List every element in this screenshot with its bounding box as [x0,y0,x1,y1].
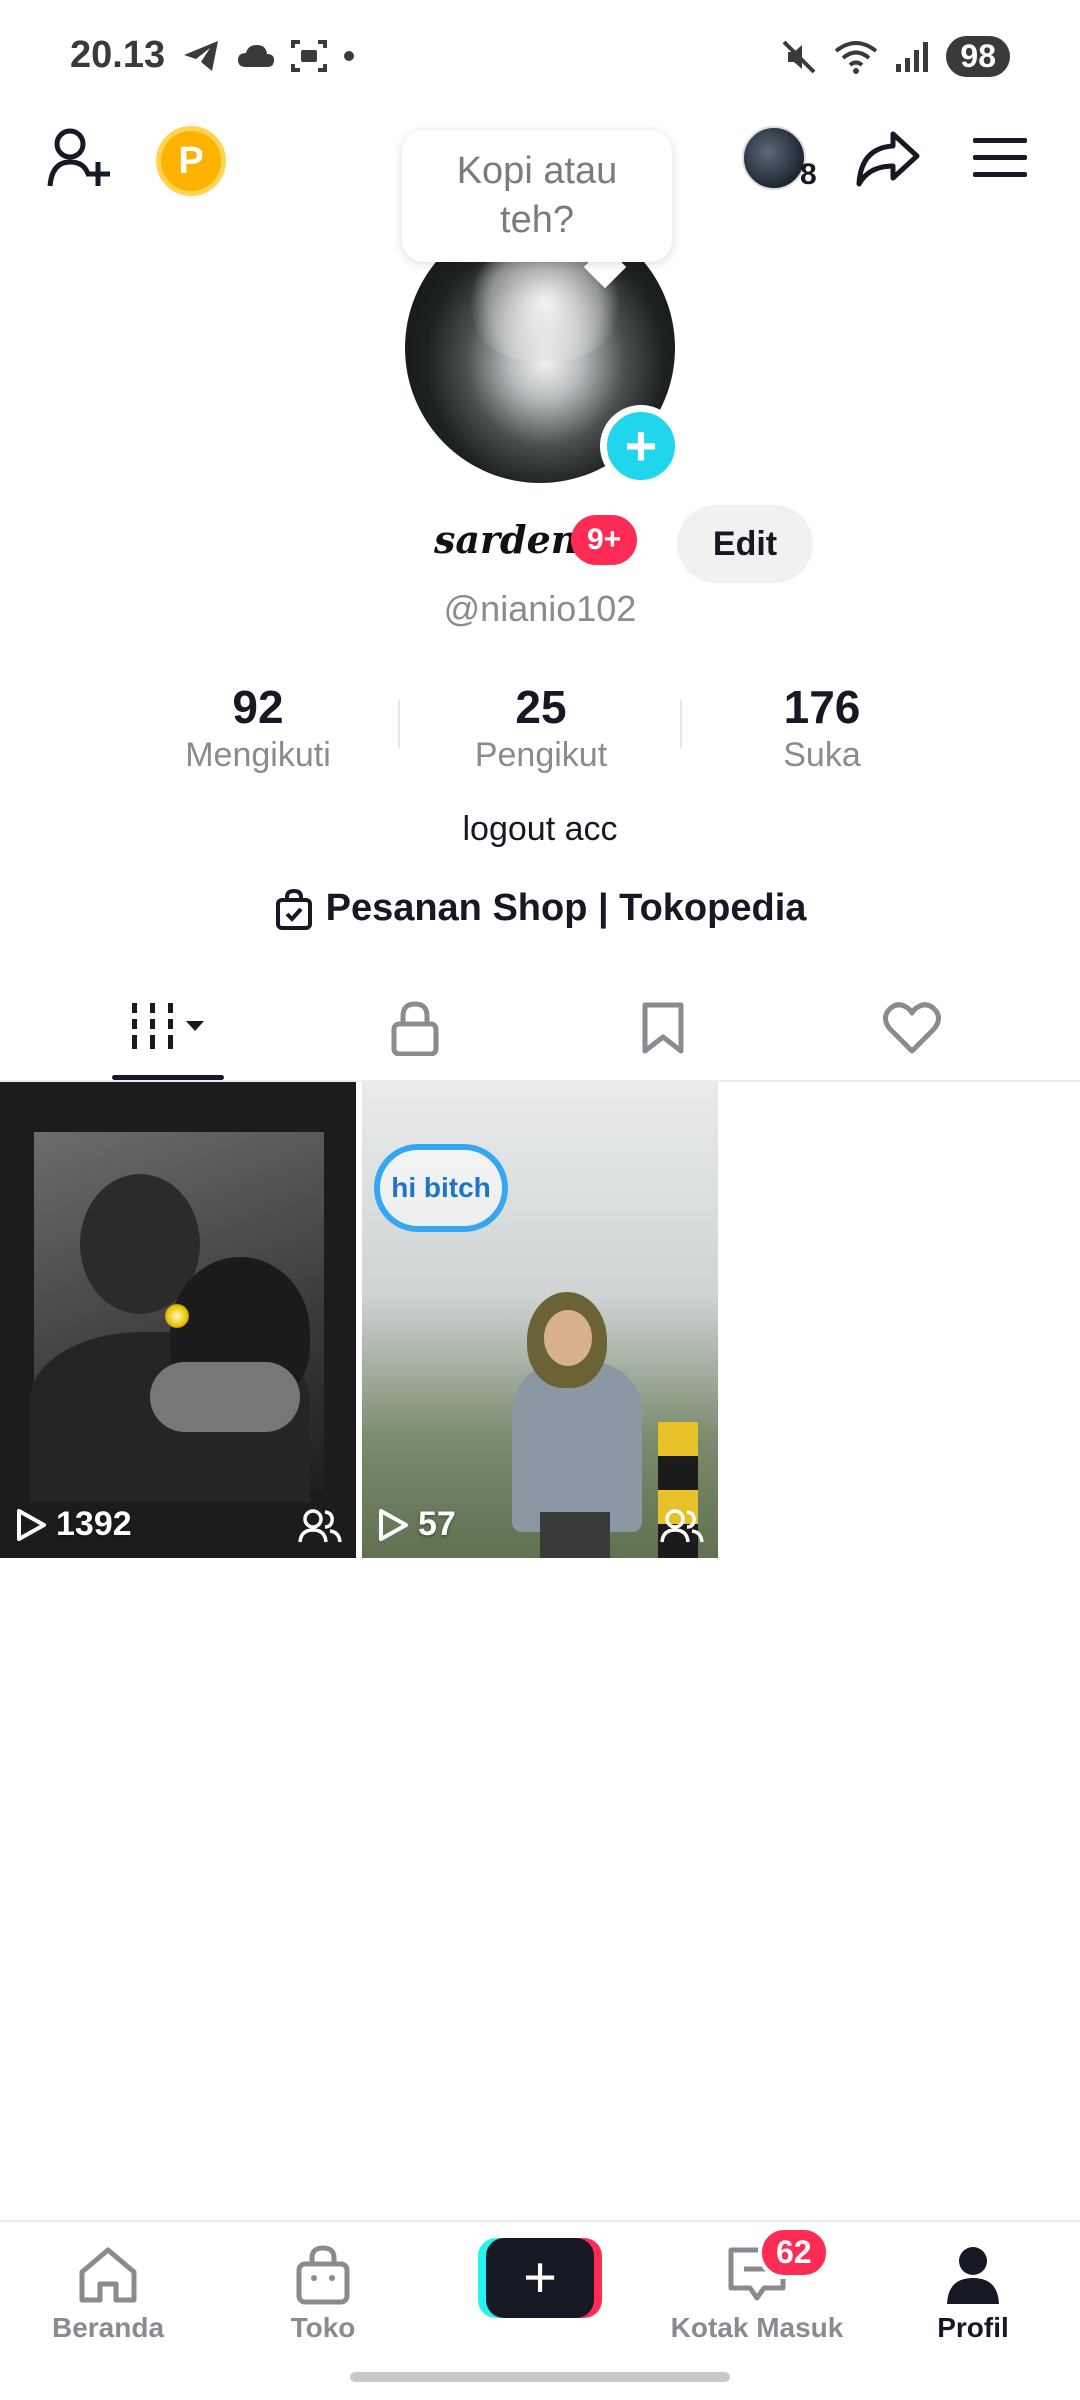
display-name: sarden [434,517,579,562]
status-time: 20.13 [70,34,166,76]
tab-videos[interactable] [98,975,238,1080]
username: @nianio102 [443,588,637,629]
stat-followers[interactable]: 25 Pengikut [431,680,651,775]
nav-inbox-label: Kotak Masuk [670,2312,844,2343]
shopping-bag-check-icon [275,888,312,930]
add-story-button[interactable]: + [600,405,682,487]
stat-followers-value: 25 [515,681,567,733]
plus-icon: + [486,2238,594,2318]
shop-orders-link[interactable]: Pesanan Shop | Tokopedia [0,887,1080,930]
video-view-count: 1392 [56,1505,132,1543]
stat-following[interactable]: 92 Mengikuti [148,680,368,775]
thumbnail-figure [544,1310,592,1366]
grid-lines-dropdown-icon [132,1002,204,1049]
mini-avatar [742,126,806,190]
shop-orders-label: Pesanan Shop | Tokopedia [325,887,807,929]
hamburger-menu-icon [973,138,1027,177]
status-bubble[interactable]: Kopi atau teh? [402,130,672,262]
video-tile[interactable]: 1392 [0,1082,356,1558]
plus-icon: + [624,414,658,477]
nav-home[interactable]: Beranda [8,2240,208,2344]
menu-button[interactable] [964,122,1036,194]
coins-button[interactable]: P [156,126,226,196]
shop-bag-icon [296,2245,350,2305]
cloud-icon [238,45,274,67]
home-indicator[interactable] [350,2372,730,2382]
video-views: 57 [376,1505,456,1544]
thumbnail-figure [150,1362,300,1432]
telegram-icon [184,41,218,71]
add-friend-button[interactable] [44,122,116,194]
accounts-switcher[interactable] [742,126,806,190]
dot-icon [344,51,354,61]
coin-icon: P [156,126,226,196]
create-button[interactable]: + [478,2238,602,2318]
battery-level: 98 [946,36,1010,77]
stat-following-value: 92 [232,681,284,733]
nav-shop-label: Toko [290,2312,356,2343]
tab-private[interactable] [345,975,485,1080]
home-icon [79,2247,137,2303]
stat-divider [398,700,400,748]
tab-liked[interactable] [842,975,982,1080]
account-count: 8 [800,158,817,191]
nav-home-label: Beranda [51,2312,165,2343]
bubble-text: Kopi atau teh? [456,149,618,241]
edit-profile-button[interactable]: Edit [677,505,813,583]
heart-icon [882,1001,942,1053]
video-tile[interactable]: hi bitch 57 [362,1082,718,1558]
nav-profile[interactable]: Profil [873,2240,1073,2344]
stat-followers-label: Pengikut [474,736,608,774]
inbox-badge: 62 [758,2226,830,2279]
friends-icon [298,1509,342,1543]
profile-stats: 92 Mengikuti 25 Pengikut 176 Suka [0,680,1080,780]
nav-profile-label: Profil [937,2312,1009,2343]
notification-badge[interactable]: 9+ [571,515,638,565]
stat-likes-label: Suka [783,736,861,774]
tab-saved[interactable] [593,975,733,1080]
active-tab-indicator [112,1075,224,1080]
status-bar: 20.13 98 [0,0,1080,110]
stat-divider [680,700,682,748]
signal-icon [896,41,929,72]
profile-bio: logout acc [462,810,618,848]
video-view-count: 57 [418,1505,456,1543]
sticker-text: hi bitch [391,1172,491,1203]
video-views: 1392 [14,1505,132,1544]
stat-likes[interactable]: 176 Suka [712,680,932,775]
profile-icon [947,2247,999,2304]
thumbnail-glow [165,1304,189,1328]
add-user-icon [47,128,110,187]
name-row: sarden 9+ Edit [0,505,1080,585]
video-sticker: hi bitch [374,1144,508,1232]
share-button[interactable] [852,122,924,194]
status-icons-right: 98 [780,36,1010,77]
share-icon [856,131,920,187]
profile-tabs [0,975,1080,1082]
play-icon [17,1508,46,1541]
play-icon [379,1508,408,1541]
screenshot-icon [291,40,327,72]
stat-likes-value: 176 [783,681,861,733]
friends-icon [660,1509,704,1543]
nav-shop[interactable]: Toko [223,2240,423,2344]
wifi-icon [835,40,878,74]
mute-icon [782,40,816,73]
thumbnail-figure [540,1512,610,1558]
stat-following-label: Mengikuti [185,736,331,774]
thumbnail-figure [512,1362,642,1532]
lock-icon [391,1000,439,1056]
status-icons-left [182,38,356,74]
bookmark-icon [642,1002,684,1053]
